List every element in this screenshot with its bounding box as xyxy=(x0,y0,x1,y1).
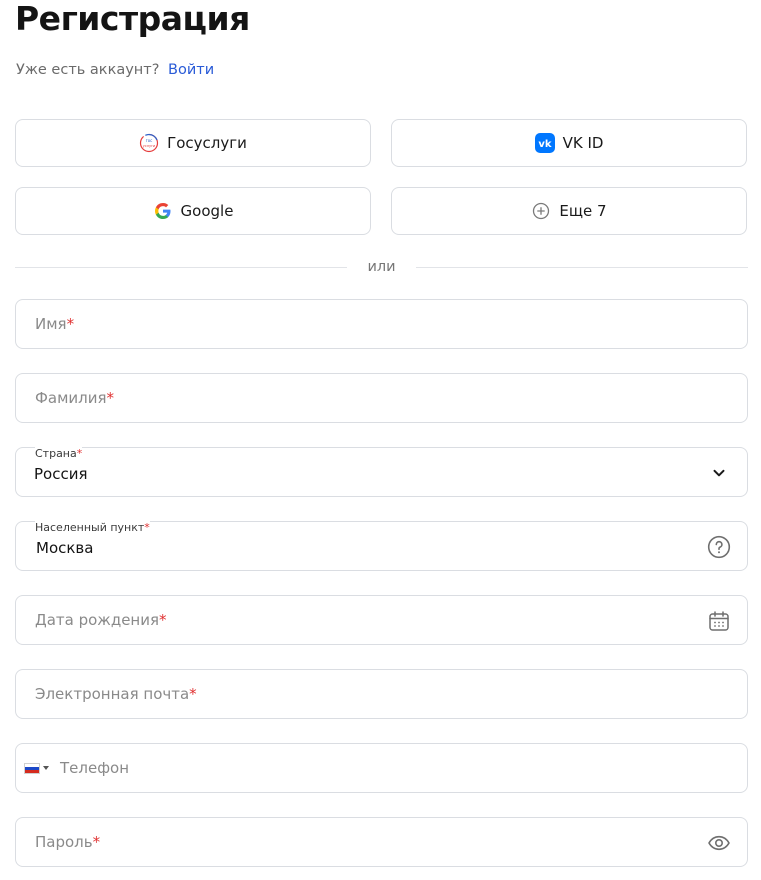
vkid-button[interactable]: vk VK ID xyxy=(391,119,747,167)
required-mark: * xyxy=(189,685,197,703)
divider-line-right xyxy=(416,267,748,268)
password-field[interactable]: Пароль* xyxy=(15,817,748,867)
calendar-icon[interactable] xyxy=(707,609,731,633)
russia-flag-icon[interactable] xyxy=(24,763,40,774)
google-button[interactable]: Google xyxy=(15,187,371,235)
last-name-field[interactable]: Фамилия* xyxy=(15,373,748,423)
country-select[interactable]: Страна* Россия xyxy=(15,447,748,497)
login-link[interactable]: Войти xyxy=(168,62,214,78)
required-mark: * xyxy=(66,315,75,333)
phone-field[interactable]: Телефон xyxy=(15,743,748,793)
page-title: Регистрация xyxy=(15,0,250,38)
first-name-field[interactable]: Имя* xyxy=(15,299,748,349)
plus-circle-icon xyxy=(531,201,551,221)
vkid-label: VK ID xyxy=(562,134,604,152)
required-mark: * xyxy=(92,833,101,851)
gosuslugi-label: Госуслуги xyxy=(167,134,247,152)
email-placeholder: Электронная почта* xyxy=(35,685,197,703)
question-circle-icon[interactable] xyxy=(707,535,731,559)
birth-date-placeholder: Дата рождения* xyxy=(35,611,167,629)
phone-placeholder: Телефон xyxy=(60,759,130,777)
city-value: Москва xyxy=(36,539,94,557)
required-mark: * xyxy=(106,389,115,407)
required-mark: * xyxy=(144,521,150,534)
login-prompt-text: Уже есть аккаунт? xyxy=(16,62,160,78)
required-mark: * xyxy=(159,611,167,629)
gosuslugi-logo-icon: гос услуги xyxy=(139,133,159,153)
country-value: Россия xyxy=(34,465,88,483)
more-providers-label: Еще 7 xyxy=(559,202,607,220)
svg-text:услуги: услуги xyxy=(143,144,155,148)
required-mark: * xyxy=(76,447,83,460)
birth-date-field[interactable]: Дата рождения* xyxy=(15,595,748,645)
gosuslugi-button[interactable]: гос услуги Госуслуги xyxy=(15,119,371,167)
chevron-down-icon[interactable] xyxy=(707,461,731,485)
login-prompt-row: Уже есть аккаунт? Войти xyxy=(16,62,214,78)
vk-logo-icon: vk xyxy=(534,133,555,153)
eye-icon[interactable] xyxy=(707,831,731,855)
more-providers-button[interactable]: Еще 7 xyxy=(391,187,747,235)
country-label: Страна* xyxy=(35,447,83,460)
country-code-caret-icon[interactable] xyxy=(43,766,49,770)
city-label: Населенный пункт* xyxy=(35,521,150,534)
last-name-placeholder: Фамилия* xyxy=(35,389,115,407)
password-placeholder: Пароль* xyxy=(35,833,101,851)
svg-text:vk: vk xyxy=(538,139,552,150)
google-logo-icon xyxy=(153,201,173,221)
first-name-placeholder: Имя* xyxy=(35,315,75,333)
google-label: Google xyxy=(180,202,234,220)
or-divider: или xyxy=(15,259,748,277)
email-field[interactable]: Электронная почта* xyxy=(15,669,748,719)
city-field[interactable]: Населенный пункт* Москва xyxy=(15,521,748,571)
svg-text:гос: гос xyxy=(146,138,153,143)
